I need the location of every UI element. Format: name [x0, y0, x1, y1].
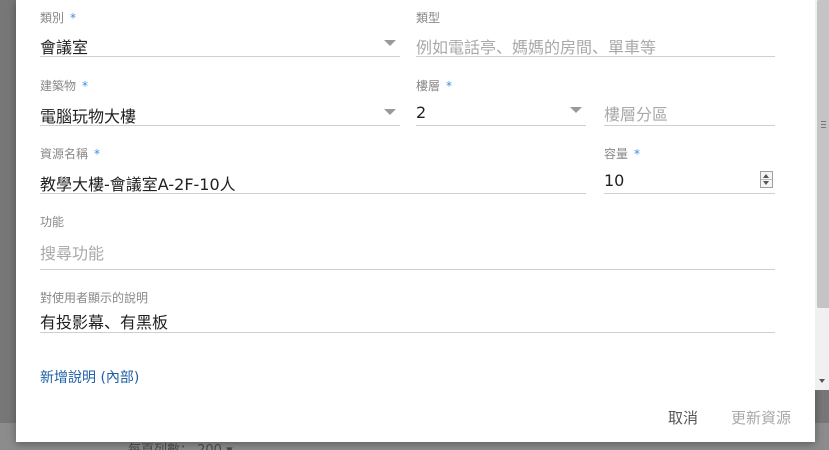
required-mark: *: [70, 11, 77, 25]
stepper-divider: [761, 179, 772, 180]
floor-label-text: 樓層: [416, 79, 441, 93]
category-label: 類別 *: [40, 9, 76, 26]
building-label-text: 建築物: [40, 79, 77, 93]
resource-name-value: 教學大樓-會議室A-2F-10人: [40, 175, 236, 194]
cancel-button[interactable]: 取消: [668, 407, 698, 428]
floor-underline: [416, 125, 586, 126]
add-internal-description-link[interactable]: 新增說明 (內部): [40, 367, 139, 387]
user-description-label: 對使用者顯示的說明: [40, 291, 149, 305]
stepper-up-icon[interactable]: [763, 174, 769, 178]
resource-name-label-text: 資源名稱: [40, 147, 89, 161]
edit-resource-dialog: 類別 * 會議室 類型 例如電話亭、媽媽的房間、單車等 建築物 * 電腦玩物大樓 樓…: [16, 0, 829, 442]
type-placeholder: 例如電話亭、媽媽的房間、單車等: [416, 38, 657, 57]
required-mark: *: [82, 79, 89, 93]
capacity-value: 10: [604, 171, 625, 190]
scroll-down-arrow-icon[interactable]: [819, 379, 825, 383]
capacity-label-text: 容量: [604, 147, 629, 161]
category-underline: [40, 56, 400, 57]
grip-icon: [821, 121, 826, 128]
user-description-underline: [40, 332, 775, 333]
features-label: 功能: [40, 215, 65, 229]
chevron-down-icon: [384, 40, 396, 46]
floor-label: 樓層 *: [416, 77, 452, 94]
resource-name-underline: [40, 193, 586, 194]
features-search-input[interactable]: 搜尋功能: [40, 238, 775, 270]
resource-name-label: 資源名稱 *: [40, 145, 100, 162]
building-label: 建築物 *: [40, 77, 88, 94]
type-input[interactable]: 例如電話亭、媽媽的房間、單車等: [416, 30, 775, 58]
building-underline: [40, 125, 400, 126]
type-label: 類型: [416, 11, 441, 25]
floor-section-input[interactable]: 樓層分區: [604, 99, 775, 127]
category-select[interactable]: 會議室: [40, 30, 400, 58]
capacity-input[interactable]: 10: [604, 167, 775, 195]
update-resource-button[interactable]: 更新資源: [731, 407, 791, 428]
features-placeholder: 搜尋功能: [40, 244, 105, 263]
user-description-input[interactable]: 有投影幕、有黑板: [40, 307, 775, 333]
chevron-down-icon: [570, 107, 582, 113]
user-description-value: 有投影幕、有黑板: [40, 313, 169, 332]
type-underline: [416, 56, 775, 57]
category-value: 會議室: [40, 38, 89, 57]
floor-section-placeholder: 樓層分區: [604, 105, 669, 124]
required-mark: *: [446, 79, 453, 93]
required-mark: *: [94, 147, 101, 161]
capacity-stepper[interactable]: [760, 171, 773, 188]
required-mark: *: [634, 147, 641, 161]
category-label-text: 類別: [40, 11, 65, 25]
capacity-underline: [604, 193, 775, 194]
capacity-label: 容量 *: [604, 145, 640, 162]
dialog-scrollbar[interactable]: [815, 0, 829, 390]
features-underline: [40, 269, 775, 270]
building-select[interactable]: 電腦玩物大樓: [40, 99, 400, 127]
floor-select[interactable]: 2: [416, 99, 586, 127]
floor-section-underline: [604, 125, 775, 126]
floor-value: 2: [416, 103, 427, 122]
chevron-down-icon: [384, 109, 396, 115]
scrollbar-thumb[interactable]: [817, 0, 829, 308]
building-value: 電腦玩物大樓: [40, 107, 137, 126]
stepper-down-icon[interactable]: [763, 181, 769, 185]
resource-name-input[interactable]: 教學大樓-會議室A-2F-10人: [40, 167, 586, 195]
